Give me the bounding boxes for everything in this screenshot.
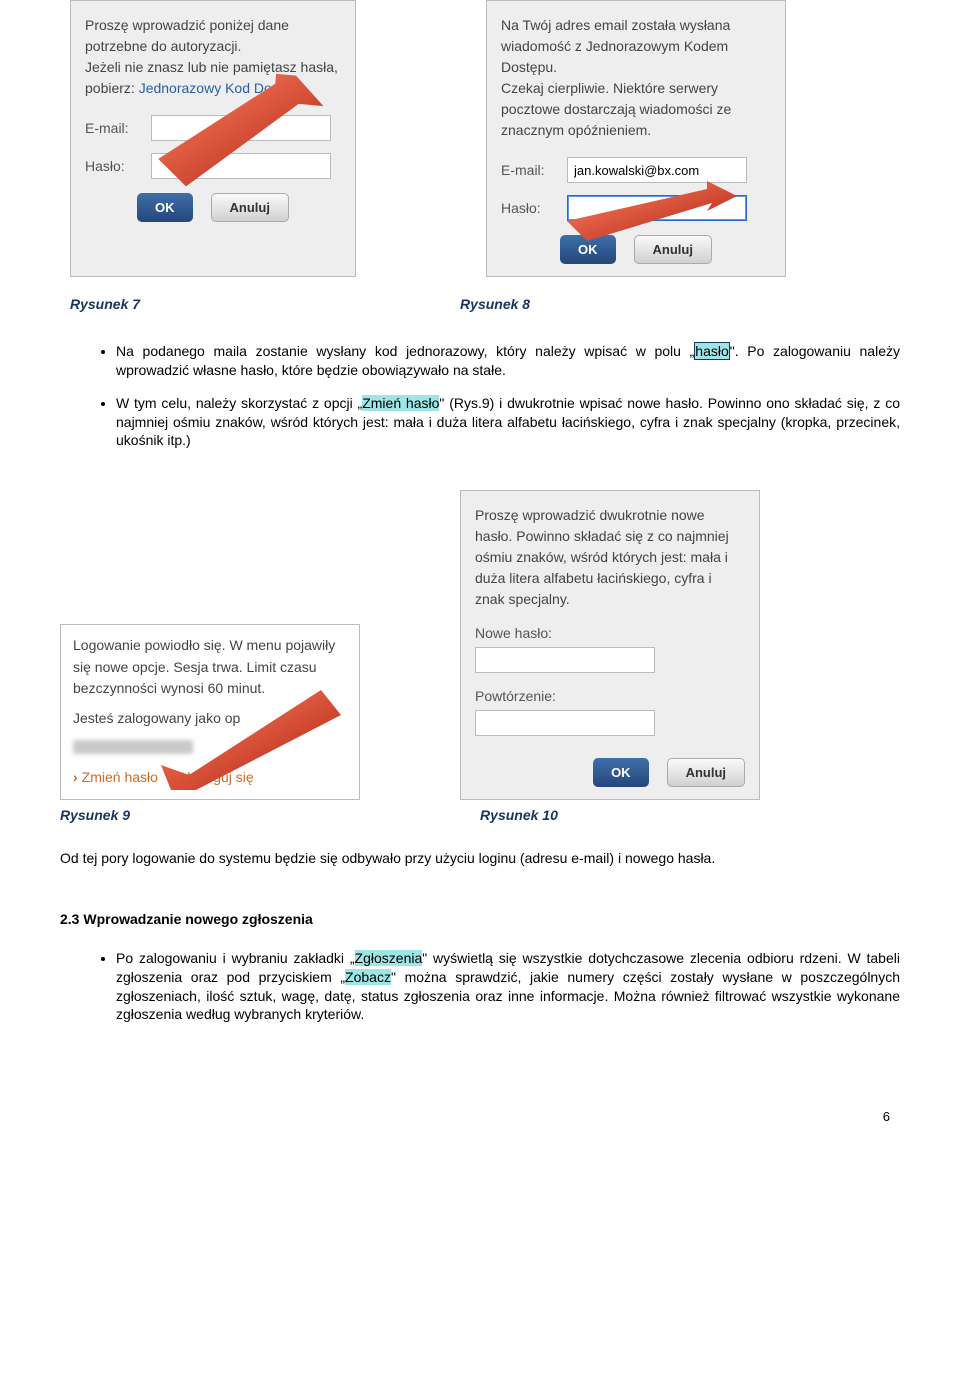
logged-in-as-line: Jesteś zalogowany jako operator [73, 708, 347, 730]
caption-rys7: Rysunek 7 [70, 295, 140, 314]
password-input[interactable] [567, 195, 747, 221]
cancel-button[interactable]: Anuluj [211, 193, 289, 222]
highlight-zgloszenia: Zgłoszenia [355, 950, 423, 966]
dialog8-intro1: Na Twój adres email została wysłana wiad… [501, 17, 730, 75]
account-links: ›Zmień hasło ›Wyloguj się [73, 767, 347, 789]
bullet-3: Po zalogowaniu i wybraniu zakładki „Zgło… [116, 949, 900, 1025]
change-password-link[interactable]: Zmień hasło [82, 769, 158, 785]
caption-rys8: Rysunek 8 [460, 295, 530, 314]
login-success-panel-rys9: Logowanie powiodło się. W menu pojawiły … [60, 624, 360, 800]
blurred-name [73, 740, 193, 754]
caption-rys10: Rysunek 10 [480, 806, 558, 825]
ok-button[interactable]: OK [593, 758, 649, 787]
instruction-list-2: Po zalogowaniu i wybraniu zakładki „Zgło… [60, 949, 900, 1025]
dialog8-intro2: Czekaj cierpliwie. Niektóre serwery pocz… [501, 80, 731, 138]
bullet-1: Na podanego maila zostanie wysłany kod j… [116, 342, 900, 380]
change-password-dialog-rys10: Proszę wprowadzić dwukrotnie nowe hasło.… [460, 490, 760, 800]
instruction-list: Na podanego maila zostanie wysłany kod j… [60, 342, 900, 450]
bullet-1-text-a: Na podanego maila zostanie wysłany kod j… [116, 343, 694, 359]
email-label: E-mail: [501, 161, 557, 180]
dialog8-intro: Na Twój adres email została wysłana wiad… [501, 15, 771, 141]
login-dialog-rys7: Proszę wprowadzić poniżej dane potrzebne… [70, 0, 356, 277]
repeat-password-input[interactable] [475, 710, 655, 736]
repeat-password-label: Powtórzenie: [475, 687, 745, 706]
email-input[interactable] [567, 157, 747, 183]
paragraph-after: Od tej pory logowanie do systemu będzie … [60, 849, 900, 868]
new-password-label: Nowe hasło: [475, 624, 745, 643]
section-heading-2-3: 2.3 Wprowadzanie nowego zgłoszenia [60, 910, 900, 929]
one-time-code-link[interactable]: Jednorazowy Kod Dostępu [139, 80, 306, 96]
bullet-2: W tym celu, należy skorzystać z opcji „Z… [116, 394, 900, 451]
logged-in-a: Jesteś zalogowany jako op [73, 710, 240, 726]
new-password-input[interactable] [475, 647, 655, 673]
password-label: Hasło: [501, 199, 557, 218]
chevron-right-icon: › [174, 769, 179, 785]
password-input[interactable] [151, 153, 331, 179]
page-number: 6 [0, 1068, 960, 1136]
email-input[interactable] [151, 115, 331, 141]
cancel-button[interactable]: Anuluj [667, 758, 745, 787]
dialog10-intro: Proszę wprowadzić dwukrotnie nowe hasło.… [475, 505, 745, 610]
login-success-text: Logowanie powiodło się. W menu pojawiły … [73, 635, 347, 700]
dialog7-intro1: Proszę wprowadzić poniżej dane potrzebne… [85, 17, 289, 54]
bullet-2-text-a: W tym celu, należy skorzystać z opcji „ [116, 395, 362, 411]
logout-link[interactable]: Wyloguj się [182, 769, 253, 785]
bullet-3-text-a: Po zalogowaniu i wybraniu zakładki „ [116, 950, 355, 966]
highlight-zobacz: Zobacz [345, 969, 391, 985]
highlight-zmien-haslo: Zmień hasło [362, 395, 439, 411]
cancel-button[interactable]: Anuluj [634, 235, 712, 264]
chevron-right-icon: › [73, 769, 78, 785]
ok-button[interactable]: OK [137, 193, 193, 222]
caption-rys9: Rysunek 9 [60, 806, 130, 825]
email-label: E-mail: [85, 119, 141, 138]
dialog7-intro2b: . [306, 80, 310, 96]
dialog7-intro: Proszę wprowadzić poniżej dane potrzebne… [85, 15, 341, 99]
login-dialog-rys8: Na Twój adres email została wysłana wiad… [486, 0, 786, 277]
highlight-haslo: hasło [694, 342, 729, 360]
ok-button[interactable]: OK [560, 235, 616, 264]
password-label: Hasło: [85, 157, 141, 176]
